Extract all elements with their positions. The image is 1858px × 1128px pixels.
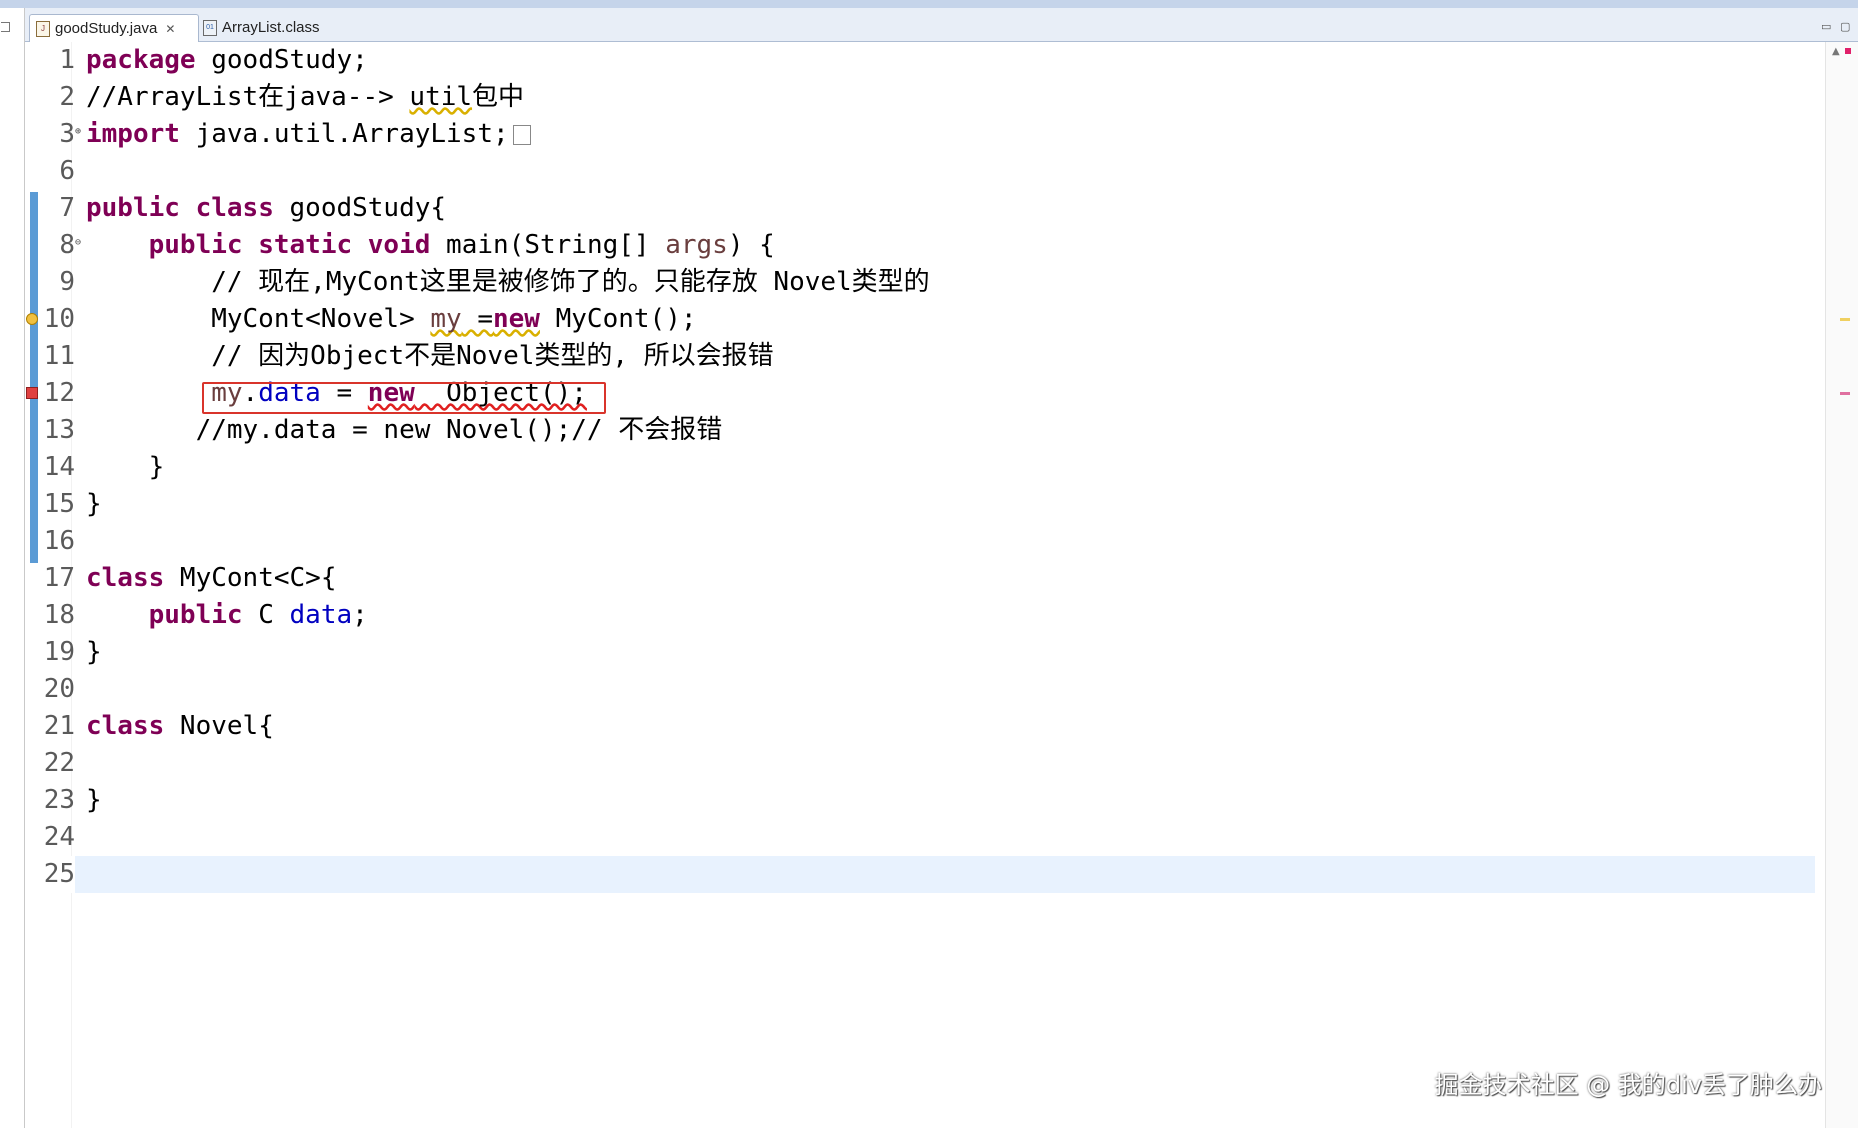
code-text[interactable]: package goodStudy; [86, 42, 368, 79]
code-line: 9 // 现在,MyCont这里是被修饰了的。只能存放 Novel类型的 [25, 264, 1815, 301]
line-number: 8 [59, 230, 75, 260]
tab-goodstudy-java[interactable]: J goodStudy.java ✕ [29, 14, 199, 42]
code-line: 21 class Novel{ [25, 708, 1815, 745]
code-line: 6 [25, 153, 1815, 190]
code-line: 2 //ArrayList在java--> util包中 [25, 79, 1815, 116]
code-line: 7 public class goodStudy{ [25, 190, 1815, 227]
code-text[interactable]: class Novel{ [86, 708, 274, 745]
code-text[interactable]: //my.data = new Novel();// 不会报错 [86, 412, 723, 449]
code-text[interactable]: // 现在,MyCont这里是被修饰了的。只能存放 Novel类型的 [86, 264, 929, 301]
line-number: 23 [43, 785, 75, 815]
restore-icon[interactable] [1, 22, 10, 32]
minimize-icon[interactable]: ▭ [1821, 20, 1831, 33]
code-line: 17 class MyCont<C>{ [25, 560, 1815, 597]
line-number: 6 [59, 156, 75, 186]
window-title-strip [0, 0, 1858, 8]
tab-label: ArrayList.class [222, 19, 320, 36]
line-number: 10 [43, 304, 75, 334]
code-line: 1 package goodStudy; [25, 42, 1815, 79]
line-number: 25 [25, 856, 75, 893]
line-number: 11 [43, 341, 75, 371]
watermark-text: 掘金技术社区 @ 我的div丢了肿么办 [1434, 1071, 1822, 1099]
line-number: 19 [43, 637, 75, 667]
code-line: 20 [25, 671, 1815, 708]
maximize-icon[interactable]: ▢ [1840, 20, 1850, 33]
folded-block-icon[interactable] [512, 124, 531, 145]
line-number: 16 [43, 526, 75, 556]
line-number: 9 [59, 267, 75, 297]
code-line: 10 MyCont<Novel> my =new MyCont(); [25, 301, 1815, 338]
overview-up-icon: ▲ [1832, 46, 1840, 57]
error-summary-icon[interactable] [1845, 48, 1851, 54]
class-file-icon: 01 [203, 19, 217, 36]
code-line: 3 ⊕ import java.util.ArrayList; [25, 116, 1815, 153]
line-number: 15 [43, 489, 75, 519]
code-line: 22 [25, 745, 1815, 782]
error-marker[interactable] [1840, 392, 1850, 395]
warning-marker[interactable] [1840, 318, 1850, 321]
code-line: 19 } [25, 634, 1815, 671]
left-view-panel [0, 8, 25, 1128]
code-line: 18 public C data; [25, 597, 1815, 634]
code-text[interactable]: } [86, 782, 102, 819]
line-number: 3 [59, 119, 75, 149]
code-text[interactable]: MyCont<Novel> my =new MyCont(); [86, 301, 696, 338]
code-line: 15 } [25, 486, 1815, 523]
code-line: 14 } [25, 449, 1815, 486]
code-editor[interactable]: 1 package goodStudy; 2 //ArrayList在java-… [25, 42, 1858, 1128]
code-text[interactable]: } [86, 634, 102, 671]
line-number: 24 [43, 822, 75, 852]
line-number: 12 [43, 378, 75, 408]
line-number: 1 [59, 45, 75, 75]
line-number: 17 [43, 563, 75, 593]
code-text[interactable]: public class goodStudy{ [86, 190, 446, 227]
tab-arraylist-class[interactable]: 01 ArrayList.class [197, 14, 357, 41]
code-line: 13 //my.data = new Novel();// 不会报错 [25, 412, 1815, 449]
code-line-current: 25 [25, 856, 1815, 893]
overview-ruler[interactable]: ▲ [1825, 42, 1858, 1128]
code-text[interactable]: public C data; [86, 597, 368, 634]
code-line: 16 [25, 523, 1815, 560]
line-number: 13 [43, 415, 75, 445]
java-file-icon: J [36, 20, 50, 37]
line-number: 18 [43, 600, 75, 630]
collapse-fold-icon[interactable]: ⊖ [75, 237, 81, 249]
code-line: 11 // 因为Object不是Novel类型的, 所以会报错 [25, 338, 1815, 375]
code-text[interactable]: import java.util.ArrayList; [86, 116, 531, 153]
highlight-box [202, 382, 606, 414]
code-text[interactable]: //ArrayList在java--> util包中 [86, 79, 524, 116]
line-number: 14 [43, 452, 75, 482]
line-number: 20 [43, 674, 75, 704]
code-text[interactable]: public static void main(String[] args) { [86, 227, 775, 264]
line-number: 21 [43, 711, 75, 741]
line-number: 22 [43, 748, 75, 778]
tab-label: goodStudy.java [55, 20, 158, 37]
code-text[interactable]: class MyCont<C>{ [86, 560, 336, 597]
code-text[interactable]: } [86, 449, 165, 486]
editor-tab-bar: J goodStudy.java ✕ 01 ArrayList.class ▭ … [25, 8, 1858, 42]
line-number: 2 [59, 82, 75, 112]
code-line: 23 } [25, 782, 1815, 819]
code-line: 8 ⊖ public static void main(String[] arg… [25, 227, 1815, 264]
code-text[interactable]: // 因为Object不是Novel类型的, 所以会报错 [86, 338, 773, 375]
line-number: 7 [59, 193, 75, 223]
expand-fold-icon[interactable]: ⊕ [75, 126, 81, 138]
code-text[interactable]: } [86, 486, 102, 523]
code-line: 24 [25, 819, 1815, 856]
close-icon[interactable]: ✕ [165, 22, 175, 36]
